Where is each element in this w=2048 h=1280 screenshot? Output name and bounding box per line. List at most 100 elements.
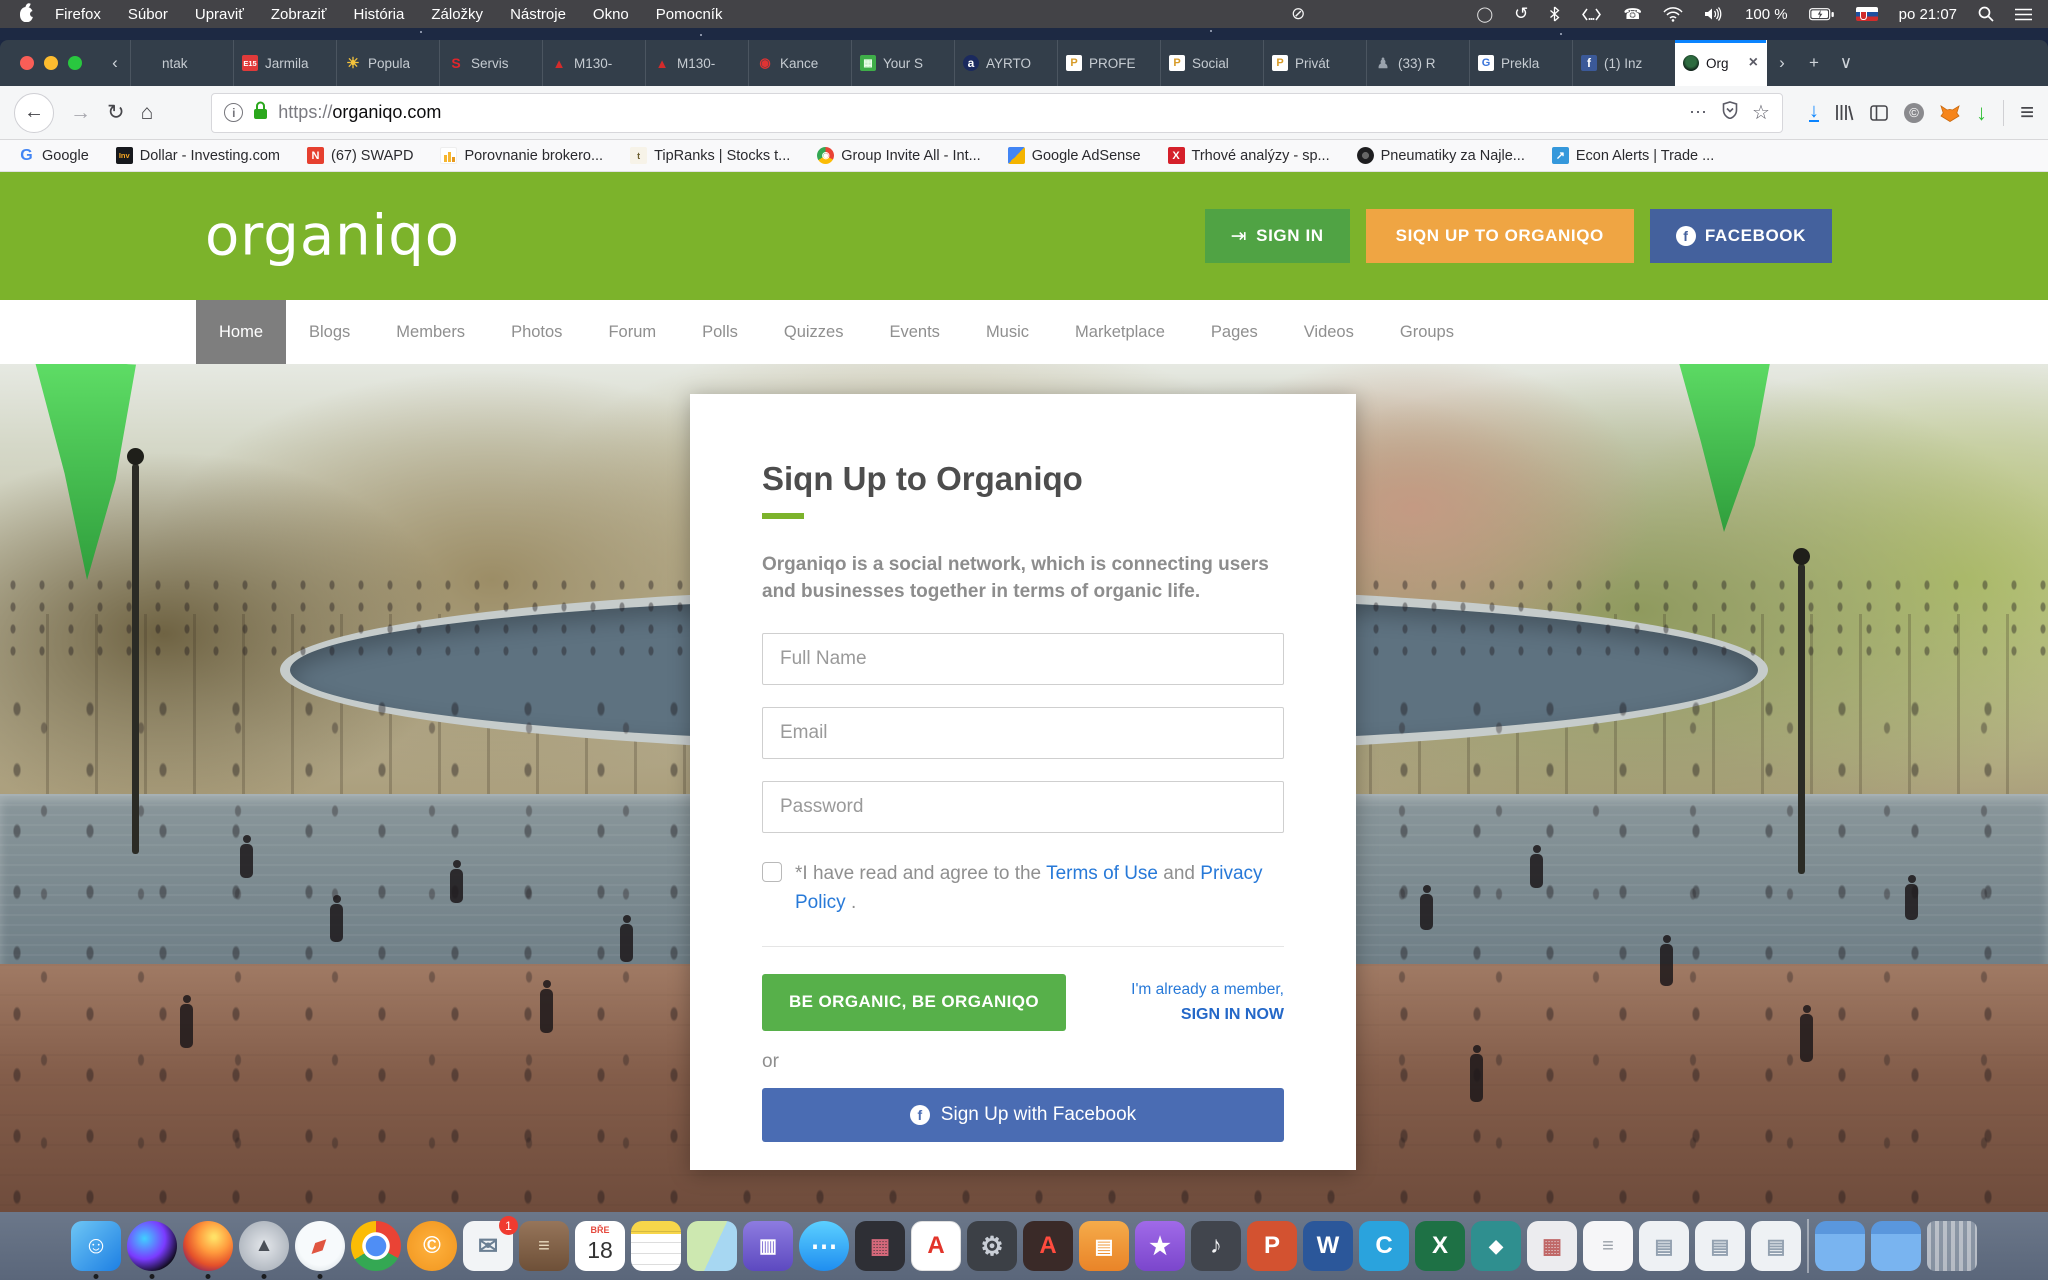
phone-icon[interactable]: ☎ [1623,5,1642,23]
dock-messages[interactable]: ⋯ [799,1221,849,1271]
video-downloader-icon[interactable]: ↓ [1976,100,1987,126]
library-icon[interactable] [1835,104,1854,121]
input-source-icon[interactable] [1581,8,1602,21]
dock-firefox[interactable] [183,1221,233,1271]
wifi-icon[interactable] [1663,7,1683,22]
bookmark-group-invite[interactable]: ◉ Group Invite All - Int... [817,147,980,164]
be-organic-submit-button[interactable]: BE ORGANIC, BE ORGANIQO [762,974,1066,1031]
dock-launchpad[interactable]: ▲ [239,1221,289,1271]
site-info-icon[interactable]: i [224,103,243,122]
menubar-item[interactable]: Nástroje [510,6,566,23]
terms-of-use-link[interactable]: Terms of Use [1046,863,1158,884]
bookmark-porovnanie[interactable]: Porovnanie brokero... [440,147,603,164]
menubar-item[interactable]: Zobraziť [271,6,327,23]
menubar-item[interactable]: Súbor [128,6,168,23]
menubar-item[interactable]: História [354,6,405,23]
tab-1-inz[interactable]: f (1) Inz [1572,40,1675,86]
sign-up-button[interactable]: SIQN UP TO ORGANIQO [1366,209,1634,263]
dock-teal-app[interactable]: ◆ [1471,1221,1521,1271]
nav-item[interactable]: Blogs [286,300,373,364]
dock-documents-stack[interactable]: ▤ [1695,1221,1745,1271]
tab-m130-1[interactable]: ▲ M130- [542,40,645,86]
scroll-tabs-right-icon[interactable]: › [1767,53,1797,73]
zoom-window-button[interactable] [68,56,82,70]
scroll-tabs-left-icon[interactable]: ‹ [100,40,130,86]
bookmark-star-icon[interactable]: ☆ [1752,100,1770,125]
bookmark-trhove-analyzy[interactable]: X Trhové analýzy - sp... [1168,147,1330,164]
nav-item[interactable]: Forum [585,300,679,364]
https-lock-icon[interactable] [253,101,268,125]
pocket-icon[interactable] [1722,101,1738,124]
metamask-fox-icon[interactable] [1940,104,1960,122]
volume-icon[interactable] [1704,7,1724,21]
reload-button[interactable]: ↻ [107,102,125,123]
organiqo-logo[interactable]: organiqo [205,204,460,269]
nav-item[interactable]: Events [866,300,962,364]
notification-center-icon[interactable] [2015,8,2032,21]
nav-item[interactable]: Videos [1281,300,1377,364]
bookmark-investing[interactable]: Inv Dollar - Investing.com [116,147,280,164]
tab-profe[interactable]: P PROFE [1057,40,1160,86]
dock-finder[interactable]: ☺ [71,1221,121,1271]
all-tabs-dropdown-icon[interactable]: ∨ [1831,53,1861,73]
bookmark-pneumatiky[interactable]: Pneumatiky za Najle... [1357,147,1525,164]
nav-item[interactable]: Photos [488,300,585,364]
dock-safari[interactable]: ◆ [295,1221,345,1271]
time-machine-icon[interactable]: ↺ [1514,4,1528,24]
dock-separator[interactable] [1807,1219,1809,1273]
bookmark-tipranks[interactable]: t TipRanks | Stocks t... [630,147,790,164]
new-tab-button[interactable]: + [1799,53,1829,73]
bluetooth-icon[interactable] [1549,6,1560,22]
page-actions-icon[interactable]: ⋯ [1689,102,1708,123]
dock-folder[interactable] [1815,1221,1865,1271]
sidebar-toggle-icon[interactable] [1870,105,1888,121]
nav-item[interactable]: Music [963,300,1052,364]
dock-chrome[interactable] [351,1221,401,1271]
menubar-item[interactable]: Okno [593,6,629,23]
bookmark-swapd[interactable]: N (67) SWAPD [307,147,413,164]
bookmark-adsense[interactable]: Google AdSense [1008,147,1141,164]
full-name-field[interactable] [762,633,1284,685]
menubar-item[interactable]: Firefox [55,6,101,23]
dock-garageband[interactable]: ♪ [1191,1221,1241,1271]
dock-calendar[interactable]: BŘE 18 [575,1221,625,1271]
facebook-signup-button[interactable]: f Sign Up with Facebook [762,1088,1284,1142]
dock-powerpoint[interactable]: P [1247,1221,1297,1271]
tab-popular[interactable]: ☀ Popula [336,40,439,86]
dock-image-viewer[interactable]: ▦ [1527,1221,1577,1271]
tab-close-icon[interactable]: × [1749,55,1758,71]
dock-contacts[interactable]: ≡ [519,1221,569,1271]
menubar-item[interactable]: Záložky [431,6,483,23]
dock-word[interactable]: W [1303,1221,1353,1271]
tab-your-s[interactable]: ▦ Your S [851,40,954,86]
tab-m130-2[interactable]: ▲ M130- [645,40,748,86]
close-window-button[interactable] [20,56,34,70]
downloads-icon[interactable]: ↓ [1809,103,1819,122]
dock-c-app[interactable]: C [1359,1221,1409,1271]
tab-ayrto[interactable]: a AYRTO [954,40,1057,86]
menubar-item[interactable]: Pomocník [656,6,723,23]
dock-trash[interactable] [1927,1221,1977,1271]
dock-text-app[interactable]: ≡ [1583,1221,1633,1271]
spotlight-search-icon[interactable] [1978,6,1994,22]
forward-button[interactable]: → [70,102,91,123]
menubar-item[interactable]: Upraviť [195,6,244,23]
do-not-disturb-icon[interactable]: ⊘ [1291,4,1305,24]
dock-mail[interactable]: ✉ 1 [463,1221,513,1271]
nav-item[interactable]: Marketplace [1052,300,1188,364]
dock-photo-booth[interactable]: ▦ [855,1221,905,1271]
nav-item[interactable]: Home [196,300,286,364]
dock-folder[interactable] [1871,1221,1921,1271]
tab-organiqo[interactable]: Org × [1675,40,1767,86]
url-bar[interactable]: i https://organiqo.com ⋯ ☆ [211,93,1783,133]
tab-preklad[interactable]: G Prekla [1469,40,1572,86]
slovak-flag-icon[interactable] [1856,7,1878,21]
facebook-header-button[interactable]: f FACEBOOK [1650,209,1832,263]
ghostery-extension-icon[interactable]: © [1904,103,1924,123]
sign-in-now-link[interactable]: SIGN IN NOW [1131,1006,1284,1024]
dock-star-app[interactable]: ★ [1135,1221,1185,1271]
tab-33-r[interactable]: ♟ (33) R [1366,40,1469,86]
nav-item[interactable]: Polls [679,300,761,364]
tab-kontakt[interactable]: ntak [130,40,233,86]
dock-adobe-reader[interactable]: A [1023,1221,1073,1271]
